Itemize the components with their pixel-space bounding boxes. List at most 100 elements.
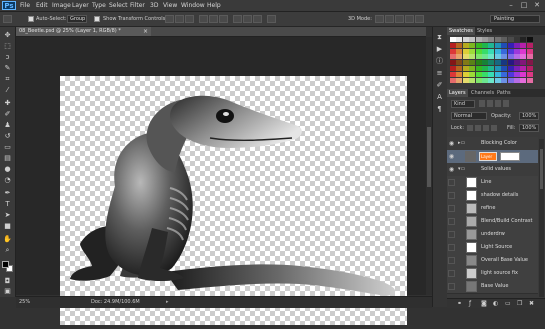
3d-drag-icon[interactable] (395, 15, 404, 23)
filter-adjustment-icon[interactable] (487, 100, 493, 107)
brush-panel-icon[interactable]: ✐ (435, 81, 444, 89)
adjustment-icon[interactable]: ◐ (493, 300, 498, 307)
tab-styles[interactable]: Styles (475, 27, 494, 35)
swatch[interactable] (514, 71, 520, 77)
3d-slide-icon[interactable] (405, 15, 414, 23)
gradient-tool-icon[interactable]: ▤ (3, 154, 12, 162)
swatch[interactable] (462, 60, 469, 66)
history-brush-tool-icon[interactable]: ↺ (3, 132, 12, 140)
quick-mask-icon[interactable]: ◘ (3, 277, 12, 285)
distribute-icon[interactable] (233, 15, 242, 23)
swatch[interactable] (526, 48, 533, 54)
swatch[interactable] (501, 37, 508, 42)
swatch[interactable] (501, 77, 508, 83)
swatch[interactable] (475, 42, 482, 48)
visibility-toggle[interactable] (448, 270, 455, 277)
trash-icon[interactable]: ✖ (529, 300, 534, 307)
swatch[interactable] (482, 71, 488, 77)
3d-scale-icon[interactable] (415, 15, 424, 23)
blend-mode-dropdown[interactable]: Normal (451, 112, 487, 120)
swatch[interactable] (526, 42, 533, 48)
swatch[interactable] (482, 48, 488, 54)
swatch[interactable] (488, 60, 495, 66)
swatch[interactable] (507, 42, 514, 48)
pen-tool-icon[interactable]: ✒ (3, 189, 12, 197)
status-arrow-icon[interactable]: ▸ (166, 298, 169, 307)
layer-mask-thumbnail[interactable] (500, 152, 520, 161)
swatch[interactable] (494, 77, 501, 83)
shape-tool-icon[interactable]: ■ (3, 222, 12, 230)
swatch[interactable] (450, 71, 456, 77)
folder-icon[interactable]: ▭ (505, 300, 511, 307)
layer-row-selected[interactable]: ◉ Layer (447, 150, 538, 164)
visibility-toggle[interactable] (448, 257, 455, 264)
swatch[interactable] (526, 54, 533, 60)
swatch[interactable] (475, 60, 482, 66)
lock-all-icon[interactable] (491, 125, 497, 131)
paragraph-panel-icon[interactable]: ¶ (435, 105, 444, 113)
show-transform-checkbox[interactable] (94, 16, 100, 22)
swatch[interactable] (494, 66, 501, 71)
swatch[interactable] (469, 48, 476, 54)
swatch[interactable] (507, 48, 514, 54)
swatch[interactable] (462, 48, 469, 54)
swatch[interactable] (482, 54, 488, 60)
minimize-icon[interactable]: – (505, 1, 517, 10)
brush-tool-icon[interactable]: ✐ (3, 110, 12, 118)
auto-select-checkbox[interactable] (28, 16, 34, 22)
tab-paths[interactable]: Paths (495, 89, 513, 97)
swatch[interactable] (520, 60, 527, 66)
close-icon[interactable]: ✕ (531, 1, 543, 10)
canvas-scroll-thumb[interactable] (427, 127, 431, 187)
menu-type[interactable]: Type (92, 1, 106, 10)
swatch[interactable] (494, 60, 501, 66)
swatch[interactable] (450, 48, 456, 54)
auto-select-dropdown[interactable]: Group (67, 15, 87, 23)
filter-pixel-icon[interactable] (479, 100, 485, 107)
fx-icon[interactable]: ƒ (469, 300, 471, 307)
visibility-toggle[interactable] (448, 231, 455, 238)
visibility-toggle[interactable] (448, 179, 455, 186)
document-canvas[interactable] (60, 76, 407, 325)
swatch[interactable] (520, 42, 527, 48)
swatch[interactable] (456, 54, 463, 60)
layers-scroll-thumb[interactable] (540, 149, 543, 189)
swatch[interactable] (456, 48, 463, 54)
swatch[interactable] (482, 60, 488, 66)
swatch[interactable] (494, 54, 501, 60)
swatch[interactable] (520, 77, 527, 83)
swatch[interactable] (462, 54, 469, 60)
layer-row[interactable]: refine (447, 202, 538, 216)
swatch[interactable] (501, 71, 508, 77)
swatch[interactable] (526, 71, 533, 77)
swatch[interactable] (514, 54, 520, 60)
swatch[interactable] (456, 42, 463, 48)
swatch[interactable] (501, 54, 508, 60)
swatch[interactable] (475, 77, 482, 83)
swatch[interactable] (462, 71, 469, 77)
swatch[interactable] (450, 37, 456, 42)
menu-file[interactable]: File (20, 1, 30, 10)
visibility-toggle[interactable] (448, 283, 455, 290)
swatch[interactable] (469, 66, 476, 71)
swatch[interactable] (514, 66, 520, 71)
swatch[interactable] (520, 48, 527, 54)
type-tool-icon[interactable]: T (3, 200, 12, 208)
swatch[interactable] (520, 37, 527, 42)
swatch[interactable] (526, 66, 533, 71)
menu-window[interactable]: Window (181, 1, 205, 10)
filter-shape-icon[interactable] (503, 100, 509, 107)
swatch[interactable] (456, 37, 463, 42)
menu-3d[interactable]: 3D (150, 1, 158, 10)
swatch[interactable] (462, 66, 469, 71)
swatch[interactable] (482, 37, 488, 42)
swatch[interactable] (520, 71, 527, 77)
swatch[interactable] (507, 71, 514, 77)
swatch[interactable] (514, 42, 520, 48)
swatch[interactable] (501, 60, 508, 66)
quick-select-tool-icon[interactable]: ✎ (3, 64, 12, 72)
swatch[interactable] (456, 71, 463, 77)
dodge-tool-icon[interactable]: ◔ (3, 176, 12, 184)
new-layer-icon[interactable]: ❐ (517, 300, 522, 307)
swatch[interactable] (526, 60, 533, 66)
